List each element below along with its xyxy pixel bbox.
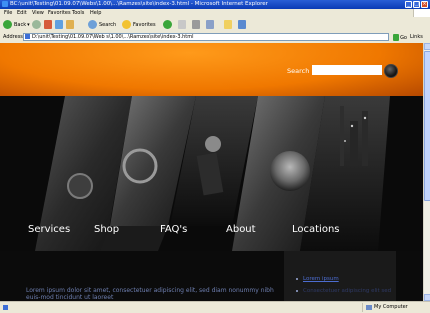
back-button[interactable]: Back ▾ bbox=[3, 19, 30, 30]
web-page: Search Services Shop FAQ's About Locatio… bbox=[0, 43, 423, 301]
favorites-button[interactable]: Favorites bbox=[122, 19, 156, 30]
menu-view[interactable]: View bbox=[32, 9, 44, 17]
side-link[interactable]: Lorem ipsum bbox=[296, 276, 339, 282]
nav-about[interactable]: About bbox=[226, 223, 256, 237]
site-search-label: Search bbox=[287, 67, 310, 75]
search-label: Search bbox=[99, 21, 117, 28]
edit-icon bbox=[206, 20, 214, 29]
back-arrow-icon bbox=[3, 20, 12, 29]
side-item-label: Consectetuer adipiscing elit sed bbox=[303, 288, 392, 294]
stop-icon bbox=[44, 20, 52, 29]
nav-faqs[interactable]: FAQ's bbox=[160, 223, 187, 237]
back-label: Back bbox=[14, 21, 27, 28]
folder-icon bbox=[224, 20, 232, 29]
refresh-icon bbox=[55, 20, 63, 29]
side-panel: Lorem ipsum Consectetuer adipiscing elit… bbox=[284, 251, 396, 301]
edit-button[interactable] bbox=[206, 19, 214, 30]
forward-button[interactable] bbox=[32, 19, 41, 30]
nav-services[interactable]: Services bbox=[28, 223, 70, 237]
folder-button[interactable] bbox=[224, 19, 232, 30]
side-link-label: Lorem ipsum bbox=[303, 276, 339, 282]
window-title: BC:\unit\Testing\01.09.07\Webs\1.00\...\… bbox=[10, 1, 268, 7]
site-search-input[interactable] bbox=[312, 65, 382, 75]
intro-text: Lorem ipsum dolor sit amet, consectetuer… bbox=[26, 287, 274, 301]
menu-help[interactable]: Help bbox=[90, 9, 101, 17]
stop-button[interactable] bbox=[44, 19, 52, 30]
zone-label: My Computer bbox=[374, 304, 408, 310]
site-header: Search bbox=[0, 43, 423, 96]
close-button[interactable]: × bbox=[421, 1, 428, 8]
security-zone: My Computer bbox=[362, 303, 408, 312]
status-bar: My Computer bbox=[0, 301, 430, 313]
messenger-icon bbox=[238, 20, 246, 29]
links-button[interactable]: Links bbox=[410, 32, 423, 43]
history-button[interactable] bbox=[163, 19, 172, 30]
mail-button[interactable] bbox=[178, 19, 186, 30]
search-button[interactable]: Search bbox=[88, 19, 116, 30]
nav-locations[interactable]: Locations bbox=[292, 223, 340, 237]
menu-tools[interactable]: Tools bbox=[72, 9, 84, 17]
favorites-label: Favorites bbox=[133, 21, 156, 28]
windows-flag-icon bbox=[413, 9, 430, 17]
vertical-scrollbar[interactable] bbox=[423, 43, 430, 301]
go-button[interactable]: Go bbox=[393, 33, 407, 42]
history-icon bbox=[163, 20, 172, 29]
refresh-button[interactable] bbox=[55, 19, 63, 30]
content-area: Lorem ipsum dolor sit amet, consectetuer… bbox=[0, 251, 423, 301]
minimize-button[interactable]: _ bbox=[405, 1, 412, 8]
go-label: Go bbox=[400, 34, 407, 41]
bullet-icon bbox=[296, 290, 298, 292]
computer-icon bbox=[366, 305, 372, 310]
scroll-up-button[interactable] bbox=[424, 43, 430, 50]
address-label: Address bbox=[3, 34, 23, 40]
main-nav: Services Shop FAQ's About Locations bbox=[0, 223, 423, 237]
ie-icon bbox=[2, 1, 8, 7]
scroll-thumb[interactable] bbox=[424, 51, 430, 201]
menu-favorites[interactable]: Favorites bbox=[48, 9, 71, 17]
maximize-button[interactable]: □ bbox=[413, 1, 420, 8]
scroll-down-button[interactable] bbox=[424, 294, 430, 301]
nav-shop[interactable]: Shop bbox=[94, 223, 119, 237]
messenger-button[interactable] bbox=[238, 19, 246, 30]
print-icon bbox=[192, 20, 200, 29]
home-icon bbox=[66, 20, 74, 29]
bullet-icon bbox=[296, 278, 298, 280]
title-bar: BC:\unit\Testing\01.09.07\Webs\1.00\...\… bbox=[0, 0, 430, 9]
toolbar: Back ▾ Search Favorites bbox=[0, 17, 430, 33]
favorites-star-icon bbox=[122, 20, 131, 29]
forward-arrow-icon bbox=[32, 20, 41, 29]
menu-file[interactable]: File bbox=[4, 9, 12, 17]
address-input[interactable]: D:\unit\Testing\01.09.07\Web s\1.00\...\… bbox=[23, 33, 389, 41]
menu-edit[interactable]: Edit bbox=[17, 9, 27, 17]
page-icon bbox=[25, 34, 30, 39]
site-search-button[interactable] bbox=[384, 64, 398, 78]
go-arrow-icon bbox=[393, 34, 400, 41]
mail-icon bbox=[178, 20, 186, 29]
print-button[interactable] bbox=[192, 19, 200, 30]
side-item: Consectetuer adipiscing elit sed bbox=[296, 288, 391, 294]
home-button[interactable] bbox=[66, 19, 74, 30]
dropdown-arrow-icon[interactable]: ▾ bbox=[27, 22, 30, 28]
search-icon bbox=[88, 20, 97, 29]
page-icon bbox=[3, 305, 8, 310]
